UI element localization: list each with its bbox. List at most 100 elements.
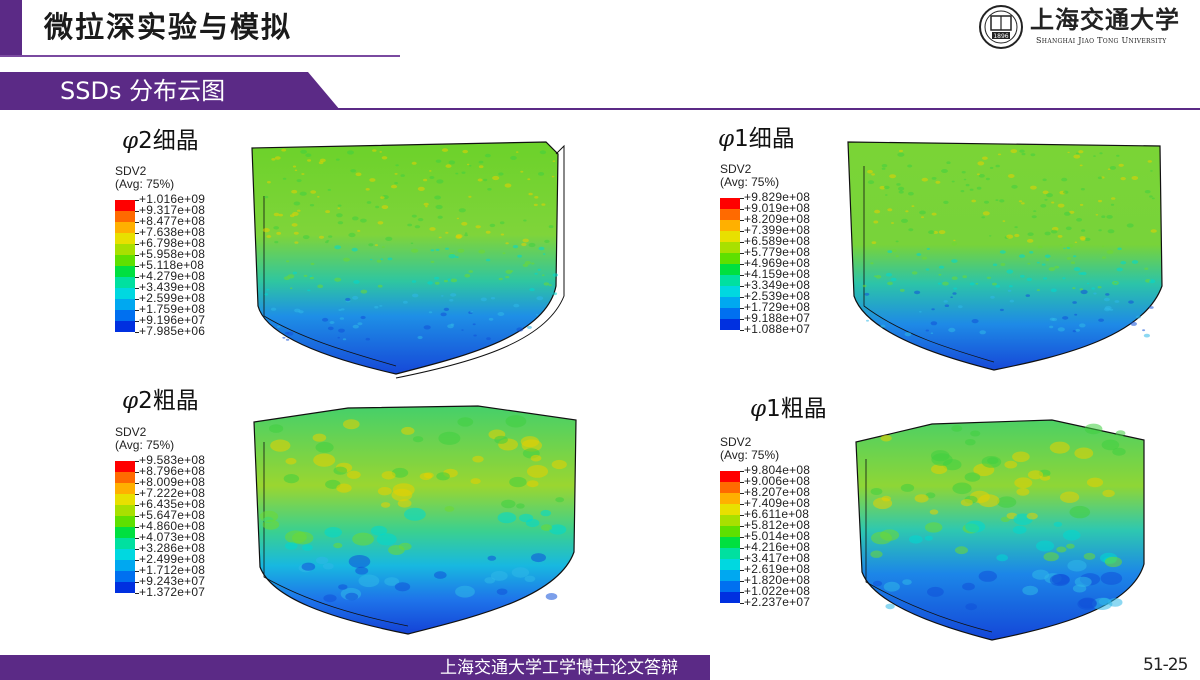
panel-title-phi2-coarse: φ2粗晶 bbox=[122, 388, 199, 414]
contour-speckle bbox=[875, 275, 882, 279]
contour-speckle bbox=[264, 293, 269, 296]
contour-speckle bbox=[484, 153, 491, 158]
contour-speckle bbox=[337, 204, 342, 207]
contour-speckle bbox=[941, 169, 948, 173]
contour-speckle bbox=[951, 180, 955, 183]
contour-speckle bbox=[930, 332, 934, 334]
contour-speckle bbox=[1048, 267, 1056, 272]
contour-speckle bbox=[333, 466, 348, 475]
contour-speckle bbox=[908, 228, 914, 232]
contour-speckle bbox=[905, 210, 909, 213]
contour-plot-phi1-fine bbox=[847, 141, 1163, 371]
contour-speckle bbox=[417, 335, 423, 340]
contour-speckle bbox=[1112, 447, 1126, 456]
panel-title-phi1-coarse: φ1粗晶 bbox=[750, 396, 827, 422]
contour-speckle bbox=[310, 190, 317, 194]
contour-speckle bbox=[887, 208, 893, 212]
contour-speckle bbox=[1102, 256, 1106, 259]
contour-speckle bbox=[1062, 529, 1081, 541]
contour-speckle bbox=[1033, 210, 1037, 212]
contour-speckle bbox=[535, 314, 539, 316]
contour-speckle bbox=[935, 180, 941, 184]
contour-speckle bbox=[267, 181, 271, 184]
contour-speckle bbox=[1007, 289, 1012, 292]
contour-speckle bbox=[282, 177, 287, 180]
contour-speckle bbox=[448, 160, 456, 165]
contour-speckle bbox=[1014, 233, 1020, 238]
contour-speckle bbox=[1076, 218, 1083, 222]
contour-speckle bbox=[1060, 491, 1080, 503]
contour-speckle bbox=[1114, 281, 1117, 284]
contour-speckle bbox=[525, 518, 540, 528]
contour-speckle bbox=[544, 239, 550, 243]
contour-speckle bbox=[1086, 282, 1090, 285]
contour-speckle bbox=[545, 593, 558, 600]
contour-speckle bbox=[289, 287, 293, 289]
contour-speckle bbox=[299, 191, 307, 196]
contour-speckle bbox=[351, 247, 358, 252]
contour-speckle bbox=[475, 225, 481, 229]
contour-speckle bbox=[1104, 307, 1111, 312]
contour-speckle bbox=[276, 231, 282, 235]
contour-speckle bbox=[555, 497, 565, 503]
contour-speckle bbox=[1120, 261, 1127, 265]
contour-speckle bbox=[1120, 177, 1126, 181]
contour-speckle bbox=[322, 563, 334, 570]
contour-speckle bbox=[392, 483, 415, 497]
contour-speckle bbox=[543, 282, 550, 286]
contour-speckle bbox=[978, 494, 1000, 508]
contour-speckle bbox=[1128, 300, 1134, 304]
contour-speckle bbox=[478, 160, 484, 164]
contour-speckle bbox=[1074, 313, 1078, 316]
contour-speckle bbox=[526, 480, 539, 488]
legend-scale: +9.804e+08 +9.006e+08 +8.207e+08 +7.409e+08… bbox=[720, 464, 810, 609]
contour-speckle bbox=[527, 325, 532, 329]
contour-speckle bbox=[429, 176, 435, 179]
contour-speckle bbox=[499, 221, 505, 225]
contour-speckle bbox=[387, 257, 393, 261]
contour-speckle bbox=[343, 257, 350, 262]
contour-speckle bbox=[930, 450, 950, 462]
contour-speckle bbox=[901, 218, 908, 223]
contour-speckle bbox=[271, 158, 276, 161]
contour-speckle bbox=[494, 435, 508, 444]
contour-speckle bbox=[509, 476, 527, 488]
contour-speckle bbox=[1027, 239, 1034, 243]
contour-speckle bbox=[964, 472, 981, 482]
contour-speckle bbox=[874, 209, 881, 214]
contour-speckle bbox=[464, 234, 468, 237]
page-number: 51-25 bbox=[1143, 655, 1188, 675]
contour-speckle bbox=[982, 211, 990, 216]
contour-speckle bbox=[419, 472, 433, 481]
contour-speckle bbox=[1046, 193, 1053, 198]
contour-speckle bbox=[1020, 274, 1025, 278]
contour-speckle bbox=[1010, 149, 1018, 154]
contour-speckle bbox=[297, 209, 301, 212]
contour-speckle bbox=[1021, 152, 1026, 156]
contour-speckle bbox=[347, 150, 354, 155]
contour-speckle bbox=[549, 524, 567, 535]
contour-speckle bbox=[1074, 576, 1092, 587]
contour-speckle bbox=[497, 512, 517, 524]
contour-speckle bbox=[951, 425, 963, 432]
contour-speckle bbox=[337, 336, 340, 339]
contour-speckle bbox=[466, 163, 470, 166]
contour-speckle bbox=[1093, 155, 1096, 157]
contour-speckle bbox=[950, 296, 953, 298]
contour-speckle bbox=[520, 436, 540, 448]
contour-speckle bbox=[345, 592, 359, 601]
contour-speckle bbox=[1074, 241, 1078, 244]
contour-speckle bbox=[404, 507, 426, 521]
contour-speckle bbox=[338, 328, 345, 333]
contour-speckle bbox=[880, 324, 886, 328]
legend-averaging: (Avg: 75%) bbox=[720, 175, 780, 189]
contour-speckle bbox=[489, 223, 496, 228]
contour-speckle bbox=[1081, 271, 1087, 276]
contour-speckle bbox=[1072, 301, 1077, 304]
contour-speckle bbox=[895, 255, 899, 258]
contour-speckle bbox=[369, 178, 376, 182]
contour-speckle bbox=[1004, 460, 1018, 469]
contour-speckle bbox=[921, 256, 928, 260]
contour-speckle bbox=[1070, 261, 1076, 264]
contour-speckle bbox=[948, 327, 956, 333]
